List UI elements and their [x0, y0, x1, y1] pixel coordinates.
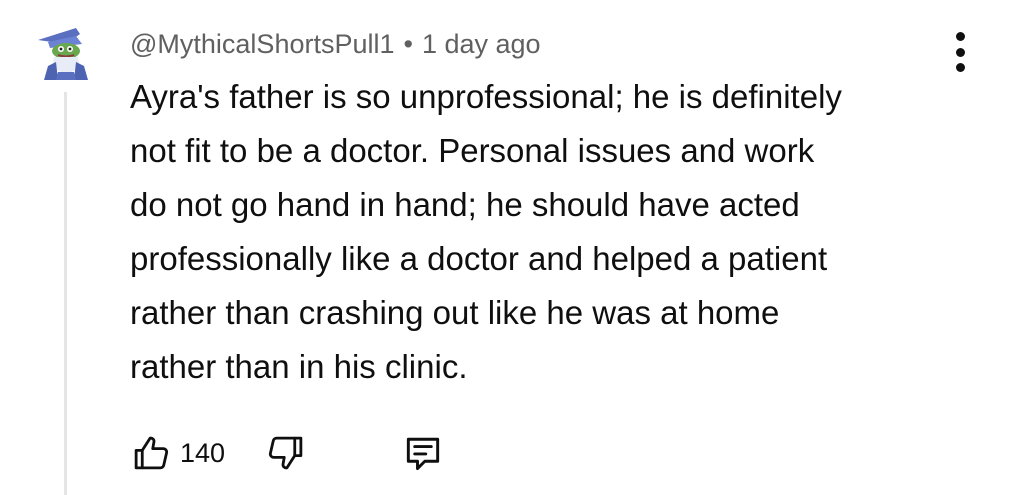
reply-comment-icon: [406, 437, 440, 471]
thumbs-down-icon: [268, 436, 303, 470]
more-options-button[interactable]: [944, 32, 976, 72]
comment-text-line: rather than in his clinic.: [130, 348, 468, 385]
like-button[interactable]: 140: [130, 432, 225, 474]
comment-text-line: professionally like a doctor and helped …: [130, 240, 828, 277]
thread-line: [64, 92, 67, 495]
comment-item: @MythicalShortsPull1 • 1 day ago Ayra's …: [0, 0, 1024, 495]
comment-text-line: rather than crashing out like he was at …: [130, 294, 780, 331]
comment-text-line: Ayra's father is so unprofessional; he i…: [130, 78, 842, 115]
thumbs-up-icon: [134, 436, 169, 470]
timestamp[interactable]: 1 day ago: [422, 29, 541, 60]
author-name[interactable]: @MythicalShortsPull1: [130, 29, 395, 60]
comment-text-line: not fit to be a doctor. Personal issues …: [130, 132, 815, 169]
header-separator: •: [403, 28, 413, 59]
like-count: 140: [180, 437, 226, 468]
more-vertical-icon: [955, 32, 965, 41]
comment-text: Ayra's father is so unprofessional; he i…: [130, 70, 970, 394]
reply-button[interactable]: [401, 431, 445, 475]
comment-header: @MythicalShortsPull1 • 1 day ago: [130, 26, 541, 62]
avatar[interactable]: [36, 24, 96, 80]
wizard-frog-avatar-icon: [38, 28, 88, 80]
more-vertical-icon-dot: [955, 47, 965, 57]
dislike-button[interactable]: [265, 432, 307, 474]
comment-text-line: do not go hand in hand; he should have a…: [130, 186, 800, 223]
comment-actions: 140: [130, 428, 445, 478]
